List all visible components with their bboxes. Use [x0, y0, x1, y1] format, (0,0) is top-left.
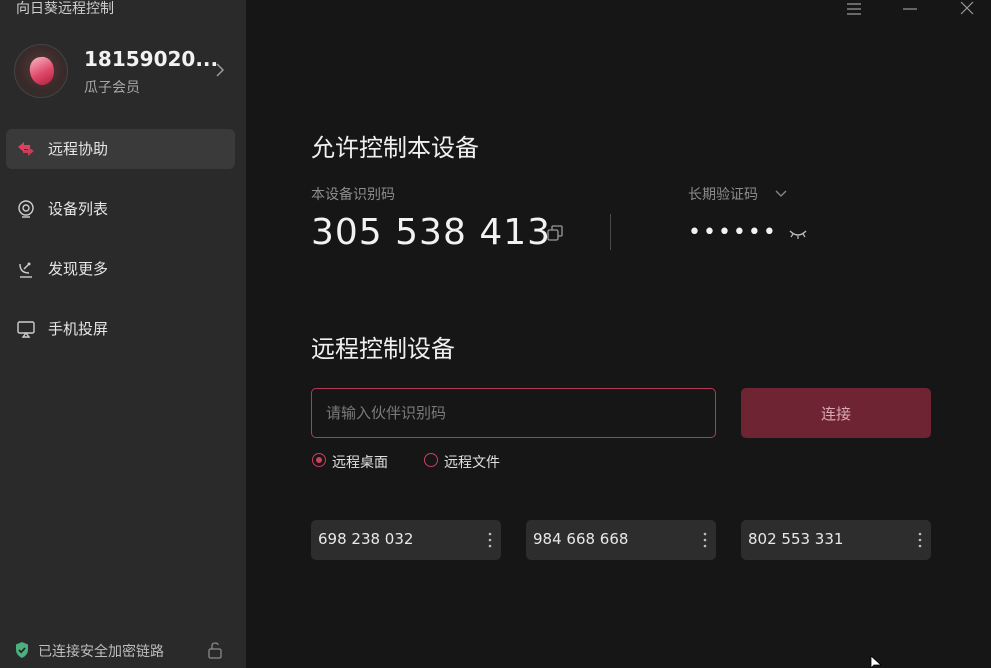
remote-assist-icon — [18, 142, 34, 156]
status-text: 已连接安全加密链路 — [38, 644, 164, 660]
radio-label: 远程桌面 — [332, 455, 388, 471]
divider — [610, 214, 611, 250]
more-vertical-icon[interactable] — [485, 530, 495, 550]
password-masked: •••••• — [688, 220, 778, 245]
copy-icon[interactable] — [546, 224, 564, 242]
recent-device-card[interactable]: 984 668 668 — [526, 520, 716, 560]
recent-device-card[interactable]: 698 238 032 — [311, 520, 501, 560]
recent-device-id: 698 238 032 — [318, 530, 414, 548]
sidebar-item-remote-assist[interactable]: 远程协助 — [6, 129, 235, 169]
discover-icon — [19, 262, 32, 278]
password-type-label: 长期验证码 — [688, 187, 758, 203]
sidebar-item-label: 发现更多 — [48, 260, 109, 278]
shield-check-icon — [16, 642, 28, 658]
sidebar-item-screen-cast[interactable]: 手机投屏 — [6, 309, 235, 349]
partner-id-input[interactable] — [311, 388, 716, 438]
radio-unchecked-icon — [424, 453, 438, 467]
chevron-right-icon — [216, 63, 225, 77]
sidebar-item-label: 远程协助 — [48, 140, 109, 158]
membership-label: 瓜子会员 — [84, 80, 140, 96]
radio-checked-icon — [312, 453, 326, 467]
app-title: 向日葵远程控制 — [16, 1, 114, 17]
connection-status: 已连接安全加密链路 — [14, 640, 239, 660]
profile-card[interactable]: 18159020... 瓜子会员 — [14, 44, 234, 100]
chevron-down-icon[interactable] — [774, 188, 788, 200]
close-icon[interactable] — [955, 0, 979, 20]
avatar — [14, 44, 68, 98]
sidebar-item-label: 设备列表 — [48, 200, 109, 218]
minimize-icon[interactable] — [898, 0, 922, 20]
device-id-value: 305 538 413 — [311, 212, 552, 253]
device-id-label: 本设备识别码 — [311, 187, 395, 203]
more-vertical-icon[interactable] — [700, 530, 710, 550]
recent-device-card[interactable]: 802 553 331 — [741, 520, 931, 560]
radio-label: 远程文件 — [444, 455, 500, 471]
sidebar-item-label: 手机投屏 — [48, 320, 109, 338]
allow-control-title: 允许控制本设备 — [311, 134, 479, 162]
connect-button[interactable]: 连接 — [741, 388, 931, 438]
sidebar-item-device-list[interactable]: 设备列表 — [6, 189, 235, 229]
menu-icon[interactable] — [842, 0, 866, 20]
mouse-cursor-icon — [870, 656, 883, 668]
sidebar: 向日葵远程控制 18159020... 瓜子会员 远程协助 设备列表 发现更多 — [0, 0, 246, 668]
screen-cast-icon — [17, 321, 35, 338]
eye-closed-icon[interactable] — [788, 228, 808, 240]
profile-name: 18159020... — [84, 47, 219, 71]
sidebar-item-discover[interactable]: 发现更多 — [6, 249, 235, 289]
device-list-icon — [18, 200, 34, 218]
remote-control-title: 远程控制设备 — [311, 335, 455, 363]
recent-device-id: 802 553 331 — [748, 530, 844, 548]
more-vertical-icon[interactable] — [915, 530, 925, 550]
recent-device-id: 984 668 668 — [533, 530, 629, 548]
unlock-icon[interactable] — [206, 641, 224, 659]
